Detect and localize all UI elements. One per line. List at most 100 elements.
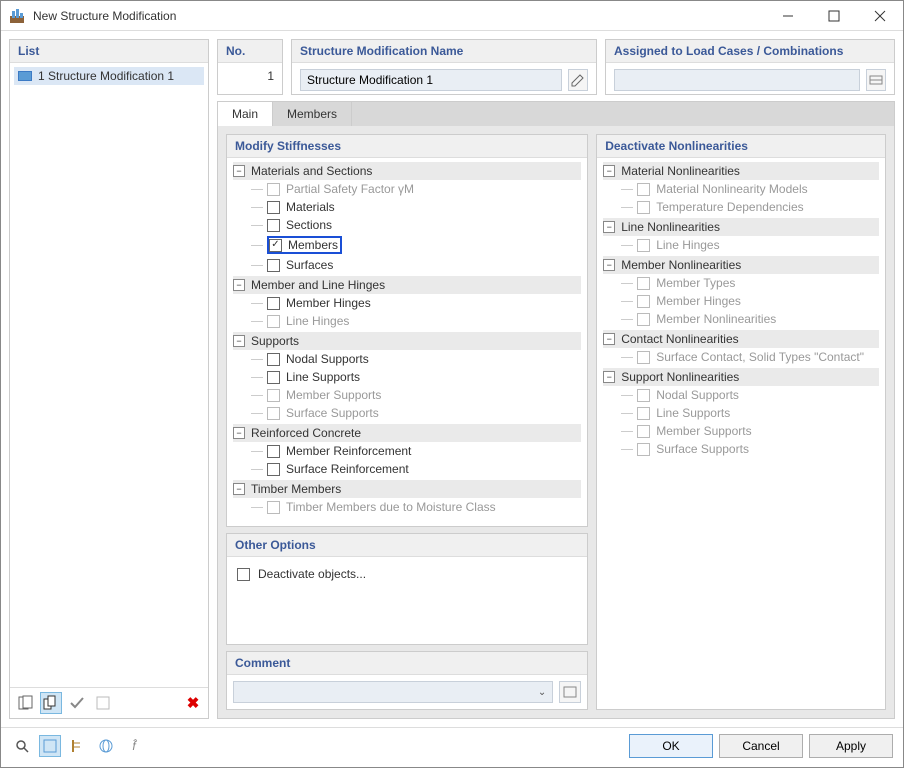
collapse-icon[interactable]: − xyxy=(233,427,245,439)
tab-members[interactable]: Members xyxy=(273,102,352,126)
tree-item[interactable]: Surface Reinforcement xyxy=(251,460,581,478)
name-input[interactable] xyxy=(300,69,562,91)
checkbox[interactable] xyxy=(267,259,280,272)
function-icon[interactable]: f̂ xyxy=(123,735,145,757)
tree-item[interactable]: Materials xyxy=(251,198,581,216)
deactivate-objects-label: Deactivate objects... xyxy=(258,567,366,581)
tree-item[interactable]: Members xyxy=(251,234,581,256)
tree-group-header[interactable]: −Timber Members xyxy=(233,480,581,498)
tab-main[interactable]: Main xyxy=(218,102,273,126)
delete-icon[interactable]: ✖ xyxy=(182,692,204,714)
grid-icon[interactable] xyxy=(39,735,61,757)
close-button[interactable] xyxy=(857,1,903,31)
tree-item-label: Material Nonlinearity Models xyxy=(656,182,807,196)
tree-item-label: Timber Members due to Moisture Class xyxy=(286,500,496,514)
collapse-icon[interactable]: − xyxy=(603,221,615,233)
other-options-title: Other Options xyxy=(227,534,587,557)
collapse-icon[interactable]: − xyxy=(233,483,245,495)
tree-item: Temperature Dependencies xyxy=(621,198,879,216)
ok-button[interactable]: OK xyxy=(629,734,713,758)
titlebar: New Structure Modification xyxy=(1,1,903,31)
collapse-icon[interactable]: − xyxy=(603,165,615,177)
tree-item[interactable]: Surfaces xyxy=(251,256,581,274)
tree-group-header[interactable]: −Contact Nonlinearities xyxy=(603,330,879,348)
tree-item[interactable]: Line Supports xyxy=(251,368,581,386)
tree-group-header[interactable]: −Reinforced Concrete xyxy=(233,424,581,442)
tree-connector-icon xyxy=(621,449,633,450)
deactivate-column: Deactivate Nonlinearities −Material Nonl… xyxy=(596,134,886,710)
tree-group-header[interactable]: −Member Nonlinearities xyxy=(603,256,879,274)
tree-group-header[interactable]: −Member and Line Hinges xyxy=(233,276,581,294)
assigned-header: Assigned to Load Cases / Combinations xyxy=(606,40,894,63)
collapse-icon[interactable]: − xyxy=(603,371,615,383)
tree-item-label: Surface Supports xyxy=(286,406,379,420)
comment-apply-icon[interactable] xyxy=(559,681,581,703)
tree-connector-icon xyxy=(251,245,263,246)
assigned-box: Assigned to Load Cases / Combinations xyxy=(605,39,895,95)
tree-item-label: Surfaces xyxy=(286,258,333,272)
tree-item[interactable]: Member Reinforcement xyxy=(251,442,581,460)
collapse-icon[interactable]: − xyxy=(603,333,615,345)
tree-item-label: Partial Safety Factor γM xyxy=(286,182,414,196)
tree-item[interactable]: Nodal Supports xyxy=(251,350,581,368)
tree-item-label: Member Supports xyxy=(286,388,381,402)
tree-icon[interactable] xyxy=(67,735,89,757)
checkbox[interactable] xyxy=(267,371,280,384)
tree-connector-icon xyxy=(251,413,263,414)
checkbox xyxy=(267,315,280,328)
maximize-button[interactable] xyxy=(811,1,857,31)
checkbox xyxy=(637,351,650,364)
checkbox[interactable] xyxy=(269,239,282,252)
cancel-button[interactable]: Cancel xyxy=(719,734,803,758)
tree-item[interactable]: Member Hinges xyxy=(251,294,581,312)
minimize-button[interactable] xyxy=(765,1,811,31)
checkbox xyxy=(637,389,650,402)
window-title: New Structure Modification xyxy=(33,9,765,23)
checkbox xyxy=(267,183,280,196)
chevron-down-icon: ⌄ xyxy=(538,687,546,698)
checkbox[interactable] xyxy=(267,297,280,310)
search-icon[interactable] xyxy=(11,735,33,757)
tree-item[interactable]: Sections xyxy=(251,216,581,234)
tree-group-header[interactable]: −Materials and Sections xyxy=(233,162,581,180)
other-options-section: Other Options Deactivate objects... xyxy=(226,533,588,645)
name-header: Structure Modification Name xyxy=(292,40,596,63)
new-icon[interactable] xyxy=(14,692,36,714)
checkbox[interactable] xyxy=(267,353,280,366)
tree-connector-icon xyxy=(621,283,633,284)
deactivate-objects-checkbox[interactable] xyxy=(237,568,250,581)
tree-connector-icon xyxy=(251,469,263,470)
collapse-icon[interactable]: − xyxy=(233,165,245,177)
list-content: 1 Structure Modification 1 xyxy=(10,63,208,687)
collapse-icon[interactable]: − xyxy=(233,335,245,347)
checkbox[interactable] xyxy=(267,445,280,458)
comment-combo[interactable]: ⌄ xyxy=(233,681,553,703)
checkbox xyxy=(267,389,280,402)
modify-title: Modify Stiffnesses xyxy=(227,135,587,158)
collapse-icon[interactable]: − xyxy=(603,259,615,271)
tree-group-label: Member and Line Hinges xyxy=(251,278,385,292)
edit-name-icon[interactable] xyxy=(568,69,588,91)
checkbox[interactable] xyxy=(267,201,280,214)
checkbox[interactable] xyxy=(267,219,280,232)
copy-icon[interactable] xyxy=(40,692,62,714)
list-item[interactable]: 1 Structure Modification 1 xyxy=(14,67,204,85)
assigned-input[interactable] xyxy=(614,69,860,91)
check-icon[interactable] xyxy=(66,692,88,714)
apply-button[interactable]: Apply xyxy=(809,734,893,758)
collapse-icon[interactable]: − xyxy=(233,279,245,291)
uncheck-icon[interactable] xyxy=(92,692,114,714)
tree-item-label: Surface Contact, Solid Types "Contact" xyxy=(656,350,864,364)
tree-group-header[interactable]: −Support Nonlinearities xyxy=(603,368,879,386)
tree-group-header[interactable]: −Line Nonlinearities xyxy=(603,218,879,236)
tree-connector-icon xyxy=(621,319,633,320)
tree-item-label: Line Hinges xyxy=(656,238,719,252)
list-header: List xyxy=(10,40,208,63)
globe-icon[interactable] xyxy=(95,735,117,757)
tree-group-header[interactable]: −Material Nonlinearities xyxy=(603,162,879,180)
tree-item: Surface Contact, Solid Types "Contact" xyxy=(621,348,879,366)
checkbox[interactable] xyxy=(267,463,280,476)
checkbox xyxy=(637,277,650,290)
tree-group-header[interactable]: −Supports xyxy=(233,332,581,350)
assigned-browse-icon[interactable] xyxy=(866,69,886,91)
